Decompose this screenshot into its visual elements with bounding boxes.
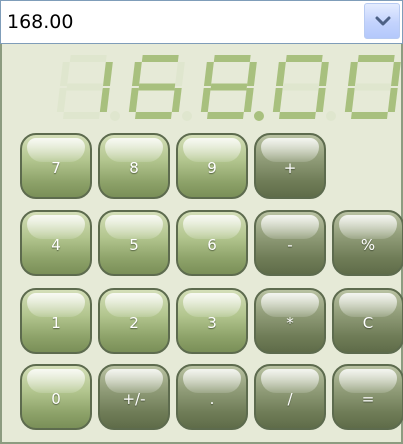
key-plus[interactable]: + (254, 133, 326, 199)
lcd-segment (203, 62, 214, 86)
key-label: +/- (122, 390, 146, 408)
lcd-segment (131, 62, 142, 86)
lcd-segment (207, 112, 244, 119)
key-label: - (287, 236, 293, 254)
lcd-decimal-point (254, 111, 264, 121)
lcd-segment (56, 88, 67, 112)
lcd-segment (174, 62, 185, 86)
lcd-segment (351, 112, 388, 119)
key-7[interactable]: 7 (20, 133, 92, 199)
lcd-segment (347, 62, 358, 86)
lcd-decimal-point (182, 111, 192, 121)
lcd-segment (200, 88, 211, 112)
key-percent[interactable]: % (332, 210, 403, 276)
key-label: 0 (51, 390, 61, 408)
lcd-decimal-point (110, 111, 120, 121)
lcd-segment (282, 83, 320, 91)
combo-value-text[interactable]: 168.00 (7, 1, 73, 43)
key-minus[interactable]: - (254, 210, 326, 276)
key-label: . (209, 390, 215, 408)
lcd-segment (102, 62, 113, 86)
key-label: * (286, 314, 294, 332)
key-equals[interactable]: = (332, 364, 403, 430)
key-4[interactable]: 4 (20, 210, 92, 276)
key-label: 7 (51, 159, 61, 177)
lcd-display (56, 55, 401, 121)
key-plus-minus[interactable]: +/- (98, 364, 170, 430)
chevron-down-icon (375, 16, 391, 26)
key-1[interactable]: 1 (20, 288, 92, 354)
lcd-segment (138, 83, 176, 91)
key-0[interactable]: 0 (20, 364, 92, 430)
lcd-segment (272, 88, 283, 112)
lcd-digits (56, 55, 401, 121)
lcd-segment (171, 88, 182, 112)
lcd-segment (135, 112, 172, 119)
lcd-segment (279, 112, 316, 119)
lcd-segment (243, 88, 254, 112)
key-label: 8 (129, 159, 139, 177)
lcd-segment (210, 83, 248, 91)
key-2[interactable]: 2 (98, 288, 170, 354)
calculator-panel: 7 8 9 + 4 5 6 - % 1 2 3 * C 0 +/- . / = (0, 44, 403, 444)
key-label: 6 (207, 236, 217, 254)
key-label: 2 (129, 314, 139, 332)
key-8[interactable]: 8 (98, 133, 170, 199)
lcd-segment (318, 62, 329, 86)
key-3[interactable]: 3 (176, 288, 248, 354)
key-6[interactable]: 6 (176, 210, 248, 276)
lcd-decimal-point (326, 111, 336, 121)
key-decimal[interactable]: . (176, 364, 248, 430)
lcd-segment (344, 88, 355, 112)
lcd-segment (387, 88, 398, 112)
lcd-segment (66, 83, 104, 91)
lcd-segment (390, 62, 401, 86)
lcd-segment (354, 83, 392, 91)
lcd-segment (275, 62, 286, 86)
lcd-segment (285, 55, 323, 62)
key-clear[interactable]: C (332, 288, 403, 354)
calculator-dropdown-window: 168.00 7 8 9 + 4 5 6 - % 1 2 3 * C 0 +/-… (0, 0, 403, 444)
key-5[interactable]: 5 (98, 210, 170, 276)
key-label: = (361, 390, 375, 408)
key-multiply[interactable]: * (254, 288, 326, 354)
key-label: / (287, 390, 293, 408)
lcd-segment (141, 55, 179, 62)
key-divide[interactable]: / (254, 364, 326, 430)
lcd-segment (213, 55, 251, 62)
key-label: C (362, 314, 374, 332)
lcd-segment (69, 55, 107, 62)
lcd-segment (63, 112, 100, 119)
lcd-segment (357, 55, 395, 62)
key-label: 3 (207, 314, 217, 332)
key-label: + (283, 159, 297, 177)
key-label: 4 (51, 236, 61, 254)
lcd-segment (315, 88, 326, 112)
dropdown-button[interactable] (364, 3, 400, 39)
lcd-segment (99, 88, 110, 112)
key-label: % (360, 236, 376, 254)
key-9[interactable]: 9 (176, 133, 248, 199)
lcd-segment (128, 88, 139, 112)
lcd-segment (246, 62, 257, 86)
key-label: 5 (129, 236, 139, 254)
lcd-segment (59, 62, 70, 86)
value-combo-box[interactable]: 168.00 (0, 0, 403, 44)
key-label: 1 (51, 314, 61, 332)
key-label: 9 (207, 159, 217, 177)
